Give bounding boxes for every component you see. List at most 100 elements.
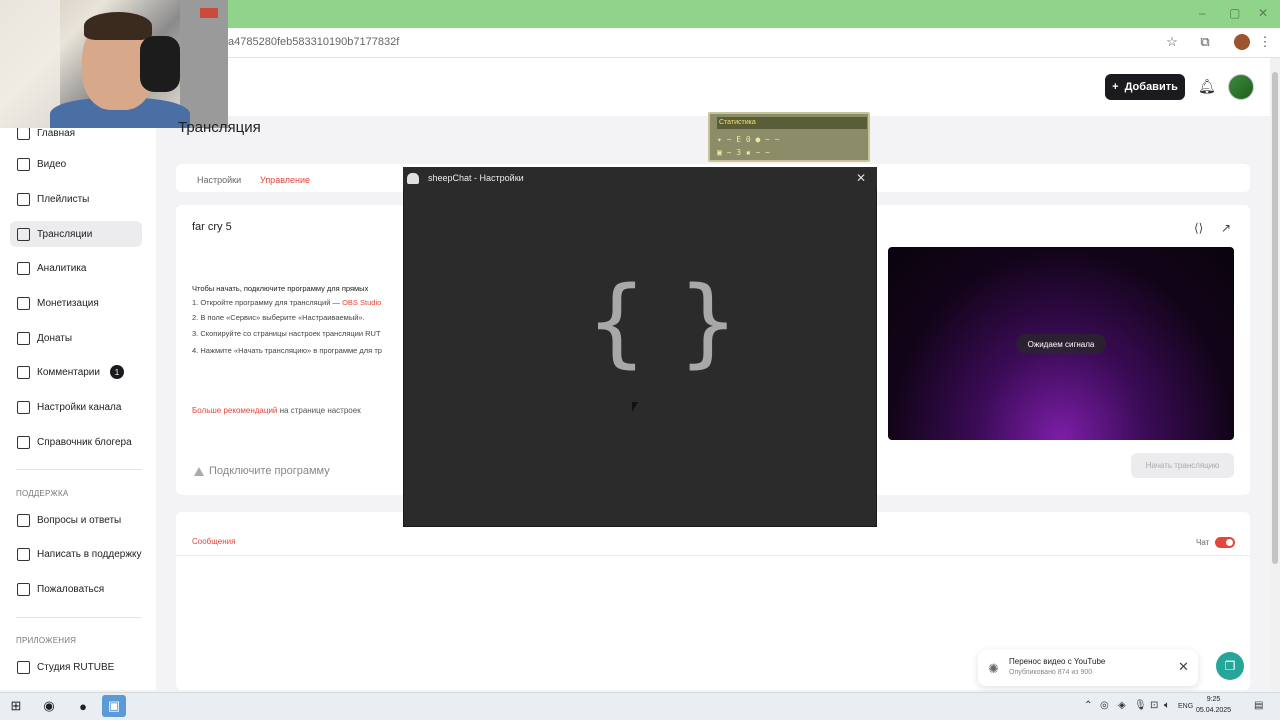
scrollbar-thumb[interactable] bbox=[1272, 72, 1278, 564]
microphone-icon[interactable]: 🎙︎ bbox=[1134, 700, 1147, 711]
sidebar-item-faq[interactable]: Вопросы и ответы bbox=[10, 507, 142, 533]
browser-menu-icon[interactable]: ⋮ bbox=[1256, 33, 1274, 51]
page-title: Трансляция bbox=[178, 119, 261, 136]
minimize-icon[interactable]: – bbox=[1199, 6, 1206, 20]
sidebar-item-label: Пожаловаться bbox=[37, 583, 105, 595]
tab-settings[interactable]: Настройки bbox=[197, 175, 241, 185]
maximize-icon[interactable]: ▢ bbox=[1229, 6, 1240, 20]
sidebar-item-label: Главная bbox=[37, 127, 76, 139]
plus-icon: + bbox=[1112, 81, 1119, 93]
sidebar-item-label: Вопросы и ответы bbox=[37, 514, 122, 526]
loading-braces-glyph: { } bbox=[586, 266, 739, 378]
mail-icon bbox=[17, 547, 30, 561]
instruction-step: 3. Скопируйте со страницы настроек транс… bbox=[192, 329, 381, 338]
extensions-icon[interactable]: ⧉ bbox=[1196, 33, 1214, 51]
sidebar-item-label: Трансляции bbox=[37, 228, 93, 240]
home-icon bbox=[17, 126, 30, 140]
network-icon[interactable]: ⊡ bbox=[1150, 700, 1158, 711]
handbook-icon bbox=[17, 435, 30, 449]
comments-icon bbox=[17, 365, 30, 379]
donations-icon bbox=[17, 331, 30, 345]
comments-count-badge: 1 bbox=[109, 365, 124, 379]
sidebar-item-label: Монетизация bbox=[37, 297, 99, 309]
help-chat-button[interactable]: ❐ bbox=[1216, 652, 1244, 680]
tray-app-icon[interactable]: ◈ bbox=[1118, 700, 1126, 711]
instruction-step: 4. Нажмите «Начать трансляцию» в програм… bbox=[192, 346, 382, 355]
language-indicator[interactable]: ENG bbox=[1178, 703, 1193, 710]
tab-management[interactable]: Управление bbox=[260, 175, 310, 185]
tray-chevron-icon[interactable]: ⌃ bbox=[1084, 700, 1092, 711]
flag-icon bbox=[17, 582, 30, 596]
active-app-taskbar-icon[interactable]: ▣ bbox=[102, 695, 126, 717]
sidebar-item-report[interactable]: Пожаловаться bbox=[10, 576, 142, 602]
sidebar-divider bbox=[16, 617, 142, 618]
spinner-icon: ✺ bbox=[988, 661, 999, 676]
faq-icon bbox=[17, 513, 30, 527]
youtube-transfer-toast: ✺ Перенос видео с YouTube Опубликовано 8… bbox=[978, 650, 1198, 686]
more-recommendations-link[interactable]: Больше рекомендаций bbox=[192, 406, 277, 415]
instruction-step: 2. В поле «Сервис» выберите «Настраиваем… bbox=[192, 313, 365, 322]
messages-divider bbox=[176, 555, 1250, 556]
close-window-icon[interactable]: ✕ bbox=[1258, 6, 1268, 20]
sidebar-item-label: Плейлисты bbox=[37, 193, 90, 205]
close-icon[interactable]: ✕ bbox=[1178, 659, 1189, 675]
chat-bubble-icon: ❐ bbox=[1224, 659, 1236, 673]
webcam-overlay bbox=[0, 0, 228, 128]
share-icon[interactable]: ⟨⟩ bbox=[1194, 221, 1203, 235]
sidebar-divider bbox=[16, 469, 142, 470]
dialog-title: sheepChat - Настройки bbox=[428, 173, 524, 183]
studio-icon bbox=[17, 660, 30, 674]
obs-studio-link[interactable]: OBS Studio bbox=[342, 298, 381, 307]
settings-icon bbox=[17, 400, 30, 414]
sidebar-item-broadcasts[interactable]: Трансляции bbox=[10, 221, 142, 247]
chrome-taskbar-icon[interactable]: ◉ bbox=[37, 695, 61, 717]
system-clock[interactable]: 9:25 05.04.2025 bbox=[1196, 694, 1231, 716]
sidebar-item-donations[interactable]: Донаты bbox=[10, 325, 142, 351]
add-button[interactable]: + Добавить bbox=[1105, 74, 1185, 100]
waiting-signal-badge: Ожидаем сигнала bbox=[1016, 334, 1106, 354]
stats-row: ▣ ~ 3 ▪ ~ ~ bbox=[717, 148, 770, 157]
connect-program-status: Подключите программу bbox=[194, 465, 330, 477]
stats-row: ✦ ~ E 0 ● ~ ~ bbox=[717, 135, 780, 144]
sidebar-item-analytics[interactable]: Аналитика bbox=[10, 255, 142, 281]
instruction-step: 1. Откройте программу для трансляций — O… bbox=[192, 298, 382, 307]
mouse-cursor bbox=[632, 402, 638, 412]
sidebar-item-playlists[interactable]: Плейлисты bbox=[10, 186, 142, 212]
tray-app-icon[interactable]: ◎ bbox=[1100, 700, 1109, 711]
instructions-heading: Чтобы начать, подключите программу для п… bbox=[192, 284, 369, 293]
sidebar-item-label: Студия RUTUBE bbox=[37, 661, 115, 673]
sidebar-item-comments[interactable]: Комментарии 1 bbox=[10, 359, 142, 385]
broadcast-icon bbox=[17, 227, 30, 241]
stream-name: far cry 5 bbox=[192, 221, 232, 233]
tab-messages[interactable]: Сообщения bbox=[192, 537, 235, 546]
bell-icon[interactable]: 🔔︎ bbox=[1198, 78, 1216, 95]
sidebar-item-label: Написать в поддержку bbox=[37, 548, 142, 560]
sidebar-item-monetization[interactable]: Монетизация bbox=[10, 290, 142, 316]
url-text[interactable]: a4785280feb583310190b7177832f bbox=[228, 36, 399, 48]
toast-title: Перенос видео с YouTube bbox=[1009, 657, 1106, 666]
chat-toggle[interactable] bbox=[1215, 537, 1235, 548]
sidebar-item-contact-support[interactable]: Написать в поддержку bbox=[10, 541, 142, 567]
sidebar-item-studio[interactable]: Студия RUTUBE bbox=[10, 654, 142, 680]
analytics-icon bbox=[17, 261, 30, 275]
chat-toggle-label: Чат bbox=[1196, 538, 1210, 547]
browser-profile-avatar[interactable] bbox=[1234, 34, 1250, 50]
volume-icon[interactable]: 🔈︎ bbox=[1164, 700, 1170, 711]
sidebar-item-video[interactable]: Видео bbox=[10, 151, 142, 177]
app-taskbar-icon[interactable]: ● bbox=[71, 695, 95, 717]
windows-start-icon[interactable]: ⊞ bbox=[4, 695, 28, 717]
external-link-icon[interactable]: ↗ bbox=[1221, 221, 1231, 235]
toast-subtitle: Опубликовано 874 из 900 bbox=[1009, 669, 1093, 676]
sidebar-item-label: Донаты bbox=[37, 332, 73, 344]
sidebar-item-label: Видео bbox=[37, 158, 67, 170]
bookmark-star-icon[interactable]: ☆ bbox=[1163, 33, 1181, 51]
close-icon[interactable]: ✕ bbox=[856, 171, 866, 185]
start-stream-button[interactable]: Начать трансляцию bbox=[1131, 453, 1234, 478]
notifications-icon[interactable]: ▤ bbox=[1254, 700, 1263, 711]
sidebar-item-channel-settings[interactable]: Настройки канала bbox=[10, 394, 142, 420]
apps-heading: ПРИЛОЖЕНИЯ bbox=[16, 636, 77, 645]
playlist-icon bbox=[17, 192, 30, 206]
user-avatar[interactable] bbox=[1228, 74, 1254, 100]
sidebar-item-handbook[interactable]: Справочник блогера bbox=[10, 429, 142, 455]
video-icon bbox=[17, 157, 30, 171]
